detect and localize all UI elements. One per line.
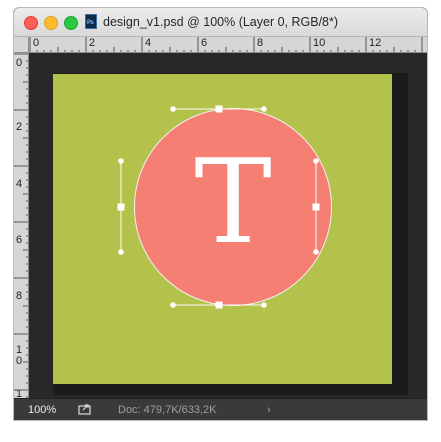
- document-size-info: Doc: 479,7K/633,2K: [118, 404, 217, 416]
- psd-file-icon-label: Ps: [87, 20, 94, 26]
- anchor-point-left[interactable]: [117, 203, 125, 211]
- minimize-window-button[interactable]: [44, 16, 58, 30]
- bezier-handle-point[interactable]: [118, 158, 124, 164]
- document-canvas[interactable]: T: [53, 74, 392, 384]
- bezier-handle-point[interactable]: [261, 106, 267, 112]
- horizontal-ruler-ticks: [29, 37, 423, 52]
- bezier-handle-point[interactable]: [313, 158, 319, 164]
- bezier-handle-point[interactable]: [118, 249, 124, 255]
- canvas-pasteboard[interactable]: T: [29, 53, 427, 398]
- anchor-point-top[interactable]: [215, 105, 223, 113]
- export-icon[interactable]: [78, 403, 92, 415]
- bezier-handle-point[interactable]: [170, 302, 176, 308]
- status-menu-arrow[interactable]: ›: [267, 404, 271, 416]
- vertical-ruler[interactable]: 0 2 4 6 8 1 0 1: [14, 53, 29, 398]
- ruler-origin[interactable]: [14, 37, 29, 53]
- title-bar[interactable]: Ps design_v1.psd @ 100% (Layer 0, RGB/8*…: [14, 8, 427, 37]
- close-window-button[interactable]: [24, 16, 38, 30]
- bezier-handle-point[interactable]: [313, 249, 319, 255]
- bezier-handle-point[interactable]: [170, 106, 176, 112]
- window-title: design_v1.psd @ 100% (Layer 0, RGB/8*): [103, 15, 339, 29]
- vertical-ruler-ticks: [14, 53, 28, 398]
- psd-file-icon: Ps: [85, 14, 97, 29]
- bezier-handle-point[interactable]: [261, 302, 267, 308]
- anchor-point-right[interactable]: [312, 203, 320, 211]
- zoom-level-field[interactable]: 100%: [28, 404, 56, 416]
- status-bar: 100% Doc: 479,7K/633,2K ›: [14, 398, 427, 420]
- horizontal-ruler[interactable]: 0 2 4 6 8 10 12: [29, 37, 427, 53]
- anchor-point-bottom[interactable]: [215, 301, 223, 309]
- photoshop-document-window: Ps design_v1.psd @ 100% (Layer 0, RGB/8*…: [14, 8, 427, 420]
- zoom-window-button[interactable]: [64, 16, 78, 30]
- path-selection-overlay: [117, 105, 320, 309]
